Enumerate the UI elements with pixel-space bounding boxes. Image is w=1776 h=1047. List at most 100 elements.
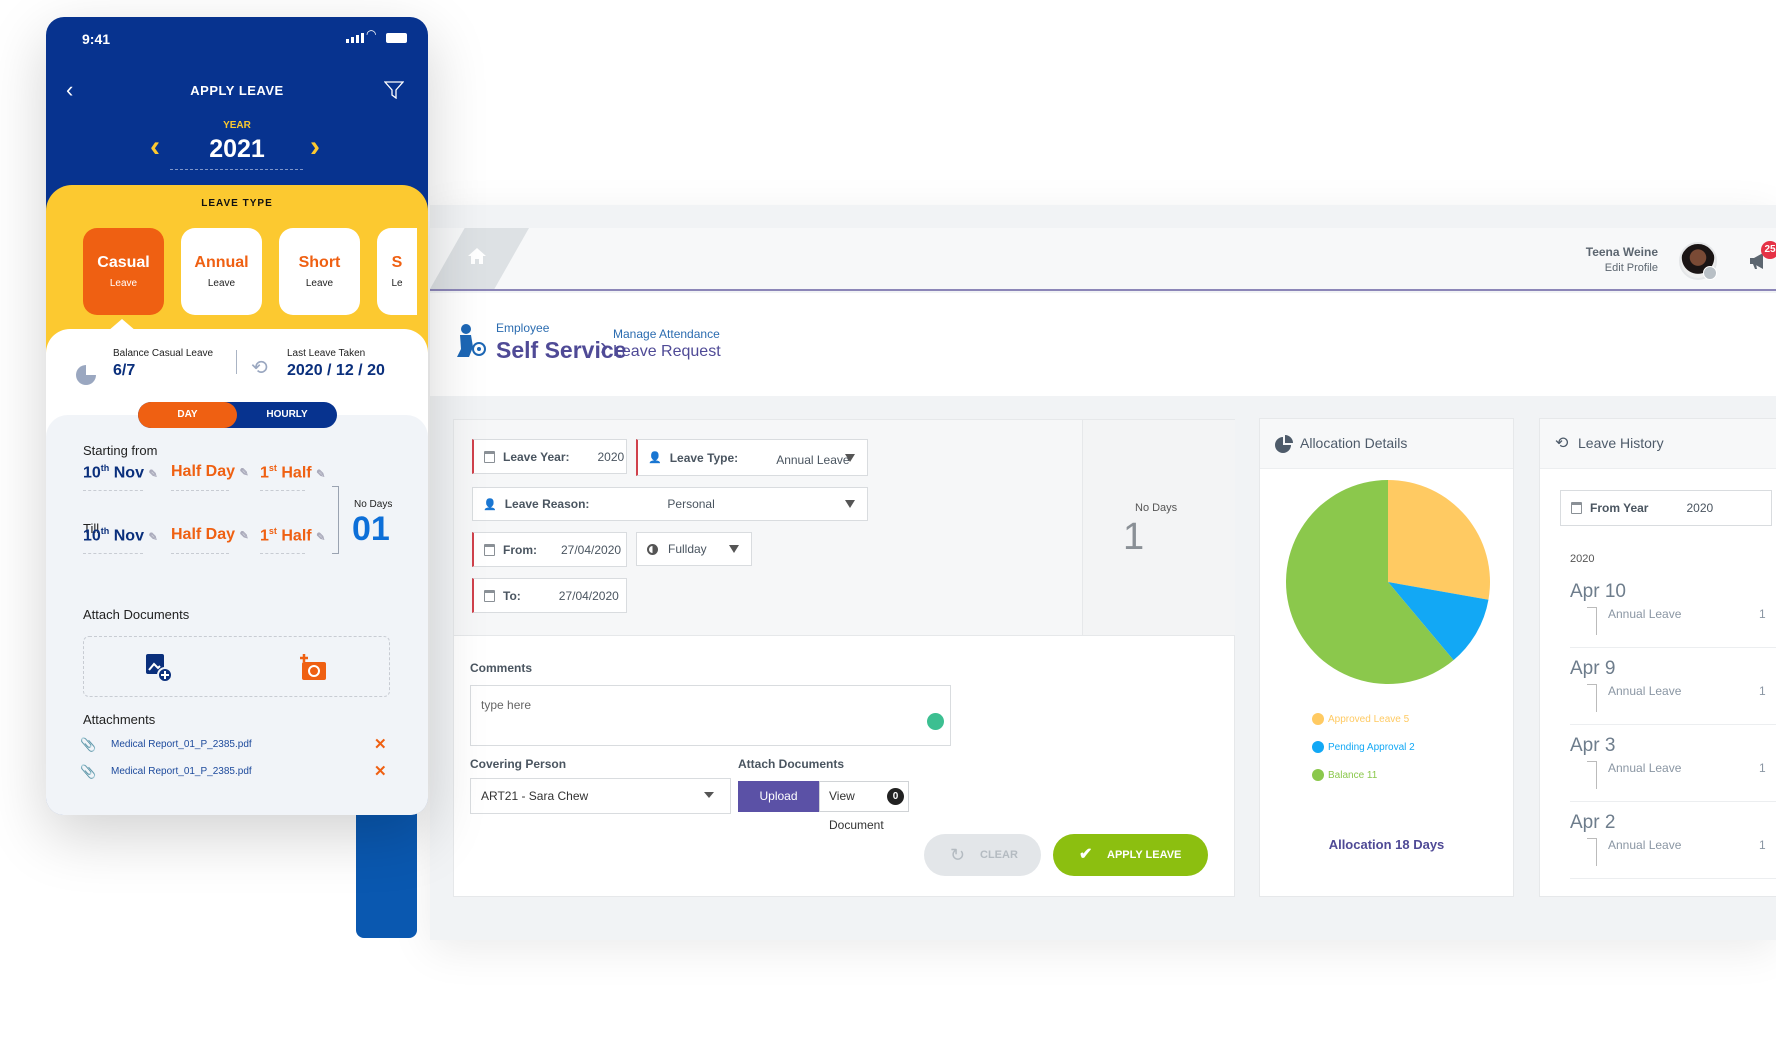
from-year-field[interactable]: From Year 2020 [1560,490,1772,526]
pie-chart-icon [1275,435,1293,453]
last-leave-value: 2020 / 12 / 20 [287,362,385,379]
half-suffix: st [268,526,277,536]
apply-leave-button[interactable]: ✔ APPLY LEAVE [1053,834,1208,876]
history-item[interactable]: Apr 9 Annual Leave 1 [1570,658,1776,728]
history-type: Annual Leave [1608,761,1682,775]
covering-person-value: ART21 - Sara Chew [481,789,589,803]
to-label: To: [503,588,521,603]
day-type-value: Fullday [668,542,707,556]
leave-type-sub: Le [391,278,403,289]
leave-reason-label: Leave Reason: [504,497,590,511]
home-icon[interactable] [467,247,487,265]
covering-person-select[interactable]: ART21 - Sara Chew [470,778,731,814]
next-year-icon[interactable]: › [310,130,320,164]
toggle-day[interactable]: DAY [138,402,237,428]
calendar-icon [484,589,495,602]
history-item[interactable]: Apr 2 Annual Leave 1 [1570,812,1776,882]
to-value: 27/04/2020 [558,588,619,603]
end-half[interactable]: 1st Half ✎ [260,526,325,545]
end-day-type[interactable]: Half Day ✎ [171,526,249,544]
history-item[interactable]: Apr 10 Annual Leave 1 [1570,581,1776,651]
from-value: 27/04/2020 [561,542,622,557]
leave-type-card[interactable]: Annual Leave [181,228,262,315]
breadcrumb-page: Leave Request [613,343,721,360]
add-image-icon[interactable] [144,652,176,684]
start-date[interactable]: 10th Nov ✎ [83,463,158,482]
leave-year-field[interactable]: Leave Year: 2020 [472,439,627,474]
dropdown-caret-icon [704,792,714,798]
start-day-type[interactable]: Half Day ✎ [171,463,249,481]
leave-type-select[interactable]: 👤 Leave Type: Annual Leave [636,439,868,476]
leave-reason-select[interactable]: 👤 Leave Reason: Personal [472,487,868,521]
edit-icon[interactable]: ✎ [239,467,248,479]
upload-document-button[interactable]: Upload Document [738,781,819,834]
paperclip-icon: 📎 [80,764,97,779]
user-name[interactable]: Teena Weine [1586,245,1658,259]
leave-type-card[interactable]: Short Leave [279,228,360,315]
starting-from-label: Starting from [83,443,158,458]
day-type-select[interactable]: Fullday [636,532,752,566]
from-date-field[interactable]: From: 27/04/2020 [472,532,627,567]
edit-profile-link[interactable]: Edit Profile [1605,262,1658,274]
leave-type-card[interactable]: Casual Leave [83,228,164,315]
status-time: 9:41 [82,31,111,47]
view-document-button[interactable]: View Document 0 [819,781,909,832]
separator [1570,801,1776,802]
filter-icon[interactable] [384,81,404,99]
history-days: 1 [1759,607,1766,621]
legend-dot [1312,713,1324,725]
history-item[interactable]: Apr 3 Annual Leave 1 [1570,735,1776,805]
edit-icon[interactable]: ✎ [316,531,325,543]
half-label: Half [281,527,312,545]
remove-attachment-icon[interactable]: ✕ [374,735,387,753]
attachment-link[interactable]: Medical Report_01_P_2385.pdf [111,766,252,777]
allocation-card: Allocation Details Approved Leave 5 Pendi… [1259,418,1514,897]
mobile-app: 9:41 ◠ ‹ APPLY LEAVE YEAR ‹ 2021 › LEAVE… [46,17,428,815]
breadcrumb-module-small[interactable]: Employee [496,321,549,335]
settings-icon[interactable] [1703,266,1717,280]
allocation-pie-chart [1286,480,1490,684]
day-hourly-toggle[interactable]: DAY HOURLY [138,402,337,428]
view-document-label: View Document [829,789,884,832]
edit-icon[interactable]: ✎ [148,468,157,480]
year-value[interactable]: 2021 [46,135,428,164]
year-underline [170,169,303,170]
leave-reason-value: Personal [667,497,715,511]
add-photo-icon[interactable] [298,652,328,682]
clear-button[interactable]: ↻ CLEAR [924,834,1041,876]
month: Nov [113,464,144,482]
breadcrumb: Employee Self Service › Manage Attendanc… [430,293,1776,396]
top-header: Teena Weine Edit Profile 25 [430,228,1776,291]
field-underline [171,490,229,491]
leave-type-name: Short [298,254,341,271]
edit-icon[interactable]: ✎ [239,530,248,542]
end-date[interactable]: 10th Nov ✎ [83,526,158,545]
attach-dropzone[interactable] [83,636,390,697]
to-date-field[interactable]: To: 27/04/2020 [472,578,627,613]
remove-attachment-icon[interactable]: ✕ [374,762,387,780]
screen-title: APPLY LEAVE [190,83,284,98]
edit-icon[interactable]: ✎ [148,531,157,543]
history-type: Annual Leave [1608,684,1682,698]
no-days-label: No Days [1135,502,1178,514]
day-type: Half Day [171,463,236,480]
grammarly-icon[interactable] [927,713,944,730]
half-suffix: st [268,463,277,473]
pie-icon [76,365,96,385]
leave-type-card[interactable]: S Le [377,228,417,315]
edit-icon[interactable]: ✎ [316,468,325,480]
half-number: 1 [260,464,269,482]
attachment-link[interactable]: Medical Report_01_P_2385.pdf [111,739,252,750]
start-half[interactable]: 1st Half ✎ [260,463,325,482]
allocation-total: Allocation 18 Days [1328,837,1445,852]
history-type: Annual Leave [1608,838,1682,852]
calendar-icon [484,450,495,463]
leave-type-sub: Leave [109,278,138,289]
comments-textarea[interactable]: type here [470,685,951,746]
toggle-hourly[interactable]: HOURLY [237,402,337,428]
day-suffix: th [100,526,110,536]
breadcrumb-section-small[interactable]: Manage Attendance [613,327,720,341]
calendar-icon [484,543,495,556]
signal-icon [346,33,364,43]
leave-type-name: Casual [97,254,150,271]
